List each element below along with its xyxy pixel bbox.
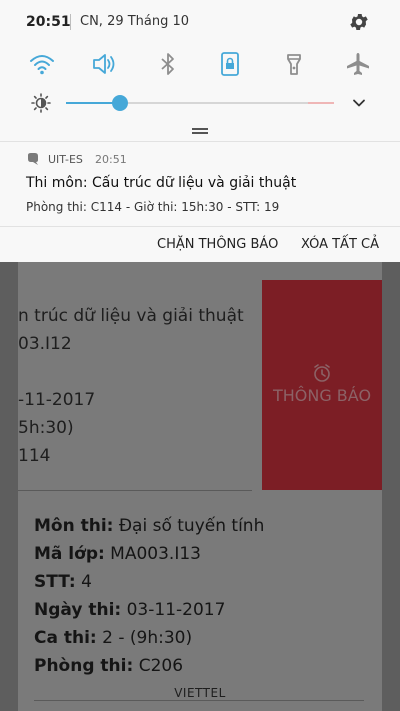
card-divider — [18, 490, 252, 491]
card-divider — [34, 700, 364, 701]
exam-notification[interactable]: UIT-ES 20:51 Thi môn: Cấu trúc dữ liệu v… — [0, 142, 400, 226]
card1-line-room: 114 — [18, 446, 51, 466]
brightness-slider-thumb[interactable] — [112, 95, 128, 111]
header-separator — [70, 14, 71, 30]
brightness-row — [0, 88, 400, 118]
quick-settings-row — [0, 44, 400, 84]
exam-seat-number: STT: 4 — [34, 572, 92, 592]
carrier-label: VIETTEL — [174, 686, 226, 700]
card1-line-class: 03.I12 — [18, 334, 72, 354]
card1-line-date: -11-2017 — [18, 390, 96, 410]
brightness-slider-end — [308, 102, 334, 104]
brightness-slider[interactable] — [66, 102, 334, 104]
notification-actions: CHẶN THÔNG BÁO XÓA TẤT CẢ — [0, 226, 400, 262]
notification-title: Thi môn: Cấu trúc dữ liệu và giải thuật — [26, 175, 297, 191]
shade-header: 20:51 CN, 29 Tháng 10 — [0, 0, 400, 44]
notification-app-name: UIT-ES — [48, 153, 83, 166]
date: CN, 29 Tháng 10 — [80, 14, 190, 29]
flashlight-icon[interactable] — [280, 50, 308, 78]
alarm-clock-icon — [314, 364, 330, 382]
exam-card-partial[interactable]: n trúc dữ liệu và giải thuật 03.I12 -11-… — [18, 280, 262, 490]
brightness-icon — [31, 93, 51, 113]
notify-swipe-label: THÔNG BÁO — [272, 386, 372, 405]
chevron-down-icon[interactable] — [352, 96, 366, 110]
exam-card[interactable]: Môn thi: Đại số tuyến tính Mã lớp: MA003… — [34, 516, 364, 686]
wifi-icon[interactable] — [28, 50, 56, 78]
bluetooth-icon[interactable] — [154, 50, 182, 78]
airplane-mode-icon[interactable] — [344, 50, 372, 78]
app-icon — [28, 153, 38, 165]
exam-room: Phòng thi: C206 — [34, 656, 184, 676]
gear-icon[interactable] — [348, 11, 370, 33]
exam-shift: Ca thi: 2 - (9h:30) — [34, 628, 193, 648]
notification-body: Phòng thi: C114 - Giờ thi: 15h:30 - STT:… — [26, 200, 280, 214]
block-notifications-button[interactable]: CHẶN THÔNG BÁO — [157, 237, 278, 252]
exam-class-code: Mã lớp: MA003.I13 — [34, 544, 201, 564]
clear-all-button[interactable]: XÓA TẤT CẢ — [301, 237, 379, 252]
exam-date: Ngày thi: 03-11-2017 — [34, 600, 226, 620]
exam-subject: Môn thi: Đại số tuyến tính — [34, 516, 265, 536]
notification-shade: 20:51 CN, 29 Tháng 10 UIT-ES 20:51 Thi m… — [0, 0, 400, 262]
notify-swipe-action[interactable] — [262, 280, 382, 490]
card1-line-subject: n trúc dữ liệu và giải thuật — [18, 306, 244, 326]
drag-handle-icon[interactable] — [192, 128, 208, 134]
clock: 20:51 — [26, 14, 71, 30]
sound-icon[interactable] — [90, 50, 118, 78]
notification-time: 20:51 — [95, 153, 127, 166]
screen-lock-rotation-icon[interactable] — [216, 50, 244, 78]
card1-line-shift: 5h:30) — [18, 418, 74, 438]
